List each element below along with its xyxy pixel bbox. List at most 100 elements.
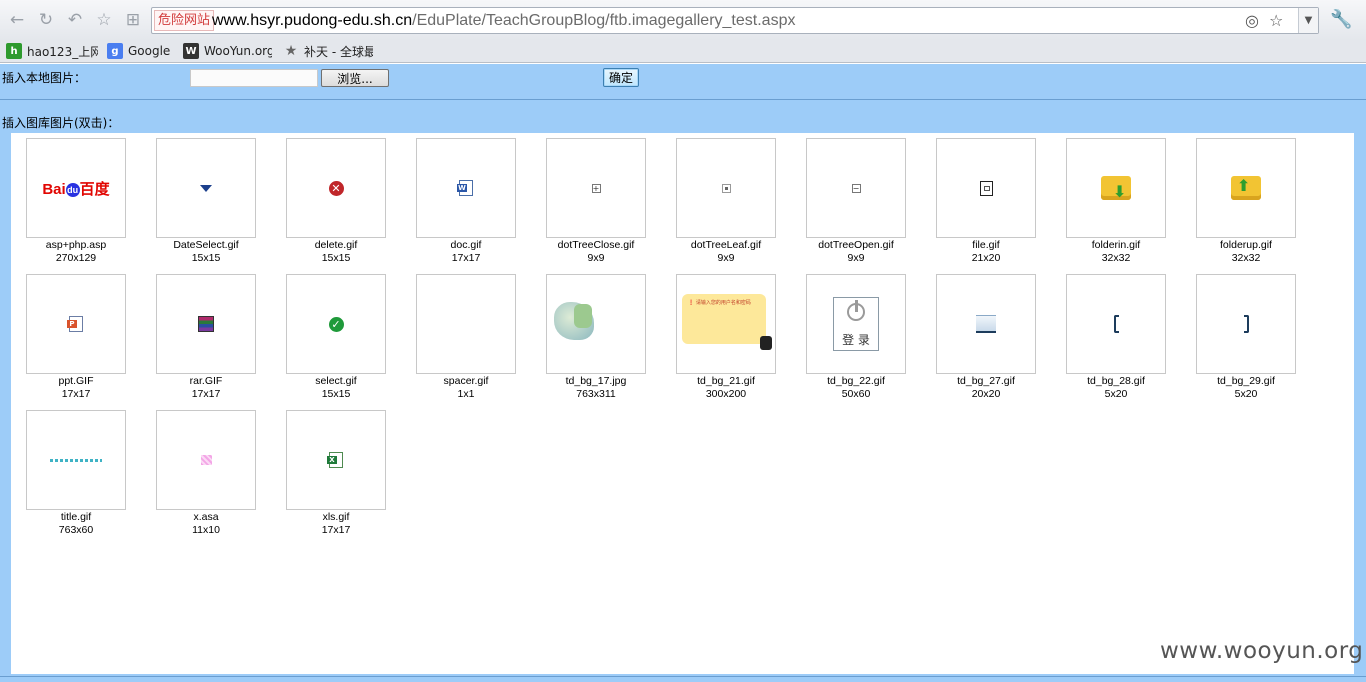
wooyun-icon: W	[183, 43, 199, 59]
gallery-thumbnail[interactable]: ✓	[286, 274, 386, 374]
folder-in-icon: ⬇	[1101, 176, 1131, 200]
chevron-down-icon[interactable]: ▼	[1298, 8, 1318, 33]
gallery-label: 插入图库图片(双击)：	[2, 116, 120, 130]
image-dimensions: 17x17	[451, 252, 481, 264]
login-power-icon: 登 录	[833, 297, 879, 351]
image-dimensions: 11x10	[192, 524, 220, 536]
gallery-item[interactable]: title.gif 763x60	[11, 405, 141, 536]
image-dimensions: 5x20	[1104, 388, 1128, 400]
excel-icon: X	[327, 452, 343, 468]
word-doc-icon: W	[457, 180, 473, 196]
address-bar[interactable]: 危险网站 www.hsyr.pudong-edu.sh.cn/EduPlate/…	[151, 7, 1319, 34]
danger-site-badge[interactable]: 危险网站	[154, 10, 215, 31]
gallery-thumbnail[interactable]: ❗ 请输入您的用户名和密码	[676, 274, 776, 374]
gallery-item[interactable]: Pppt.GIF 17x17	[11, 269, 141, 400]
bookmark-butian[interactable]: ★ 补天 - 全球最	[283, 42, 373, 60]
image-dimensions: 32x32	[1231, 252, 1261, 264]
gallery-thumbnail[interactable]	[156, 138, 256, 238]
gallery-thumbnail[interactable]: +	[546, 138, 646, 238]
gallery-thumbnail[interactable]: W	[416, 138, 516, 238]
gallery-thumbnail[interactable]	[1066, 274, 1166, 374]
image-dimensions: 50x60	[841, 388, 871, 400]
gallery-item[interactable]: DateSelect.gif 15x15	[141, 133, 271, 264]
gradient-box-icon	[976, 315, 996, 333]
gallery-item[interactable]: ⬆ folderup.gif 32x32	[1181, 133, 1311, 264]
gallery-item[interactable]: x.asa 11x10	[141, 405, 271, 536]
bookmark-hao123[interactable]: h hao123_上网	[6, 42, 98, 60]
star-outline-icon[interactable]: ☆	[93, 9, 115, 31]
gallery-item[interactable]: Xxls.gif 17x17	[271, 405, 401, 536]
gallery-item[interactable]: 登 录 td_bg_22.gif 50x60	[791, 269, 921, 400]
forward-arrow-icon[interactable]: ↻	[35, 9, 57, 31]
gallery-thumbnail[interactable]	[936, 138, 1036, 238]
gallery-item[interactable]: + dotTreeClose.gif 9x9	[531, 133, 661, 264]
gallery-thumbnail[interactable]	[1196, 274, 1296, 374]
gallery-thumbnail[interactable]	[676, 138, 776, 238]
gallery-thumbnail[interactable]: 登 录	[806, 274, 906, 374]
gallery-item[interactable]: Wdoc.gif 17x17	[401, 133, 531, 264]
gallery-thumbnail[interactable]: P	[26, 274, 126, 374]
reload-icon[interactable]: ↶	[64, 9, 86, 31]
gallery-caption: delete.gif 15x15	[271, 239, 401, 265]
gallery-caption: td_bg_27.gif 20x20	[921, 375, 1051, 401]
gallery-thumbnail[interactable]	[416, 274, 516, 374]
image-dimensions: 20x20	[971, 388, 1001, 400]
bookmark-google[interactable]: g Google	[107, 42, 177, 60]
gallery-item[interactable]: Bai du 百度 asp+php.asp 270x129	[11, 133, 141, 264]
gallery-thumbnail[interactable]: ⬇	[1066, 138, 1166, 238]
gallery-item[interactable]: ✓ select.gif 15x15	[271, 269, 401, 401]
gallery-thumbnail[interactable]: ⬆	[1196, 138, 1296, 238]
gallery-item[interactable]: ⬇ folderin.gif 32x32	[1051, 133, 1181, 265]
url-text[interactable]: www.hsyr.pudong-edu.sh.cn/EduPlate/Teach…	[212, 11, 795, 31]
image-filename: select.gif	[315, 375, 357, 387]
gallery-thumbnail[interactable]	[26, 410, 126, 510]
image-filename: file.gif	[972, 239, 1000, 251]
star-icon[interactable]: ☆	[1269, 11, 1283, 30]
image-filename: xls.gif	[322, 511, 350, 523]
plus-box-icon: +	[591, 183, 601, 193]
gallery-item[interactable]: − dotTreeOpen.gif 9x9	[791, 133, 921, 264]
bookmark-wooyun[interactable]: W WooYun.org	[183, 42, 272, 60]
gallery-caption: select.gif 15x15	[271, 375, 401, 401]
gallery-caption: rar.GIF 17x17	[141, 375, 271, 401]
note-stamp-icon: ❗ 请输入您的用户名和密码	[677, 275, 775, 373]
gallery-item[interactable]: td_bg_28.gif 5x20	[1051, 269, 1181, 400]
image-dimensions: 9x9	[847, 252, 865, 264]
gallery-item[interactable]: rar.GIF 17x17	[141, 269, 271, 401]
gallery-thumbnail[interactable]	[936, 274, 1036, 374]
gallery-item[interactable]: spacer.gif 1x1	[401, 269, 531, 400]
image-filename: DateSelect.gif	[173, 239, 239, 251]
back-arrow-icon[interactable]: ←	[6, 9, 28, 31]
page-icon[interactable]: ◎	[1245, 11, 1259, 30]
gallery-item[interactable]: td_bg_29.gif 5x20	[1181, 269, 1311, 401]
image-filename: delete.gif	[314, 239, 358, 251]
gallery-thumbnail[interactable]: X	[286, 410, 386, 510]
image-dimensions: 9x9	[717, 252, 735, 264]
gallery-caption: td_bg_29.gif 5x20	[1181, 375, 1311, 401]
gallery-caption: dotTreeLeaf.gif 9x9	[661, 239, 791, 265]
image-dimensions: 15x15	[321, 252, 351, 264]
gallery-caption: folderin.gif 32x32	[1051, 239, 1181, 265]
gallery-thumbnail[interactable]: Bai du 百度	[26, 138, 126, 238]
login-label: 登 录	[842, 333, 870, 347]
wrench-icon[interactable]: 🔧	[1330, 9, 1352, 30]
image-filename: dotTreeLeaf.gif	[690, 239, 762, 251]
gallery-thumbnail[interactable]	[546, 274, 646, 374]
gallery-item[interactable]: ❗ 请输入您的用户名和密码 td_bg_21.gif 300x200	[661, 269, 791, 400]
gallery-thumbnail[interactable]: −	[806, 138, 906, 238]
browse-button[interactable]: 浏览...	[321, 69, 389, 87]
file-path-input[interactable]	[190, 69, 318, 87]
gallery-thumbnail[interactable]	[156, 274, 256, 374]
gallery-item[interactable]: dotTreeLeaf.gif 9x9	[661, 133, 791, 265]
upload-label: 插入本地图片：	[2, 71, 87, 85]
minus-box-icon: −	[851, 183, 861, 193]
title-strip-icon	[50, 458, 102, 462]
gallery-thumbnail[interactable]: ✕	[286, 138, 386, 238]
gallery-item[interactable]: ✕ delete.gif 15x15	[271, 133, 401, 265]
gallery-item[interactable]: td_bg_17.jpg 763x311	[531, 269, 661, 400]
grid-icon[interactable]: ⊞	[122, 9, 144, 31]
gallery-thumbnail[interactable]	[156, 410, 256, 510]
gallery-item[interactable]: file.gif 21x20	[921, 133, 1051, 264]
ok-button[interactable]: 确定	[603, 68, 639, 87]
gallery-item[interactable]: td_bg_27.gif 20x20	[921, 269, 1051, 401]
